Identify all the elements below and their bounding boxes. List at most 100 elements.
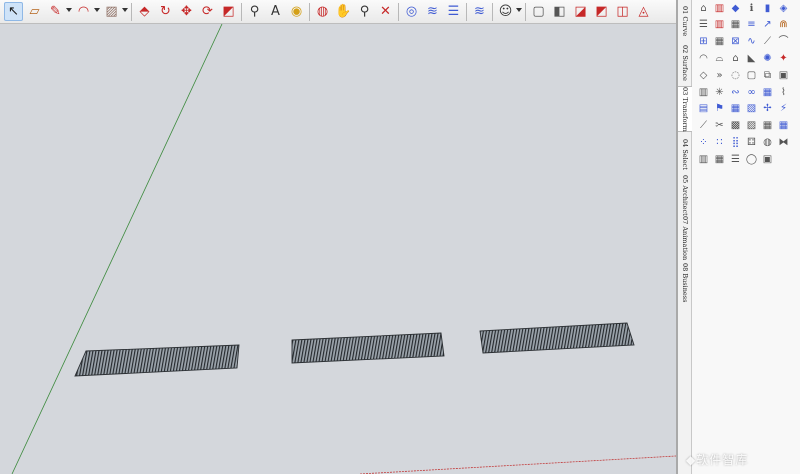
move-tool-icon[interactable]: ✥ <box>177 2 196 21</box>
bolt-icon[interactable]: ⚡ <box>777 103 790 116</box>
tab-02-surface[interactable]: 02 Surface <box>678 44 692 82</box>
dots-icon[interactable]: ⁘ <box>697 136 710 149</box>
layout-stack-icon[interactable]: ☰ <box>444 2 463 21</box>
tab-04-select[interactable]: 04 Select <box>678 136 692 172</box>
scale-tool-icon[interactable]: ◩ <box>219 2 238 21</box>
warehouse-icon[interactable]: ◎ <box>402 2 421 21</box>
seal-icon[interactable]: ✺ <box>761 52 774 65</box>
zoom-extents-tool-icon[interactable]: ✕ <box>376 2 395 21</box>
paint-bucket-tool-icon[interactable]: ◉ <box>287 2 306 21</box>
cut-icon[interactable]: ✂ <box>713 120 726 133</box>
spring-icon[interactable]: ∾ <box>729 86 742 99</box>
lemniscate-icon[interactable]: ∞ <box>745 86 758 99</box>
sphere-icon[interactable]: ◍ <box>761 136 774 149</box>
flag-icon[interactable]: ⚑ <box>713 103 726 116</box>
dice-icon[interactable]: ⚃ <box>745 136 758 149</box>
bulb-icon[interactable]: ◯ <box>745 153 758 166</box>
tab-01-curve[interactable]: 01 Curve <box>678 2 692 40</box>
tab-03-transform[interactable]: 03 Transform <box>678 86 692 132</box>
arch-icon[interactable]: ⋒ <box>777 19 790 32</box>
dropdown-arrow-icon[interactable] <box>122 8 128 12</box>
grid-warp-icon[interactable]: ▦ <box>761 86 774 99</box>
section-plane-icon[interactable]: ▢ <box>529 2 548 21</box>
array-icon[interactable]: ∷ <box>713 136 726 149</box>
intersect-icon[interactable]: ◩ <box>592 2 611 21</box>
cube-icon[interactable]: ◈ <box>777 2 790 15</box>
info-icon[interactable]: ℹ <box>745 2 758 15</box>
twist-icon[interactable]: ✢ <box>761 103 774 116</box>
tab-08-business[interactable]: 08 Business <box>678 262 692 304</box>
curtain-icon[interactable]: ▥ <box>697 86 710 99</box>
model-viewport[interactable] <box>0 24 676 474</box>
follow-me-tool-icon[interactable]: ↻ <box>156 2 175 21</box>
lens-icon[interactable]: ◇ <box>697 69 710 82</box>
tile-icon[interactable]: ▩ <box>729 120 742 133</box>
orbit-tool-icon[interactable]: ◍ <box>313 2 332 21</box>
rectangle-tool-icon[interactable]: ▨ <box>102 2 121 21</box>
dropdown-arrow-icon[interactable] <box>66 8 72 12</box>
outer-shell-icon[interactable]: ◪ <box>571 2 590 21</box>
wedge-icon[interactable]: ◣ <box>745 52 758 65</box>
pan-tool-icon[interactable]: ✋ <box>334 2 353 21</box>
stairs-icon[interactable]: ☰ <box>697 19 710 32</box>
star-wire-icon[interactable]: ✳ <box>713 86 726 99</box>
tab-07-animation[interactable]: 07 Animation <box>678 216 692 260</box>
scene-canvas[interactable] <box>0 24 676 474</box>
subtract-icon[interactable]: ◬ <box>634 2 653 21</box>
cross-hatch-icon[interactable]: ⊠ <box>729 36 742 49</box>
gable-icon[interactable]: ⌂ <box>729 52 742 65</box>
dropdown-arrow-icon[interactable] <box>94 8 100 12</box>
pencil-line-tool-icon[interactable]: ✎ <box>46 2 65 21</box>
diamond-icon[interactable]: ◆ <box>729 2 742 15</box>
bars-dim-icon[interactable]: ▥ <box>697 153 710 166</box>
bridge-icon[interactable]: ⌒ <box>777 36 790 49</box>
select-tool-icon[interactable]: ↖ <box>4 2 23 21</box>
text-tool-icon[interactable]: A <box>266 2 285 21</box>
chevrons-icon[interactable]: » <box>713 69 726 82</box>
bars-icon[interactable]: ▥ <box>713 2 726 15</box>
ramp-icon[interactable]: ⟋ <box>761 36 774 49</box>
checker-icon[interactable]: ▦ <box>777 120 790 133</box>
extensions-manager-icon[interactable]: ≋ <box>470 2 489 21</box>
stack-icon[interactable]: ≡ <box>745 19 758 32</box>
plate-icon[interactable]: ▨ <box>745 120 758 133</box>
list-icon[interactable]: ☰ <box>729 153 742 166</box>
blocks-icon[interactable]: ▤ <box>697 103 710 116</box>
columns-icon[interactable]: ▥ <box>713 19 726 32</box>
arc-tool-icon[interactable]: ◠ <box>74 2 93 21</box>
ring-icon[interactable]: ◌ <box>729 69 742 82</box>
sheet-icon[interactable]: ▧ <box>745 103 758 116</box>
extension-warehouse-icon[interactable]: ≋ <box>423 2 442 21</box>
tape-measure-tool-icon[interactable]: ⚲ <box>245 2 264 21</box>
arrow-icon[interactable]: ↗ <box>761 19 774 32</box>
box-icon[interactable]: ▣ <box>777 69 790 82</box>
link-icon[interactable]: ⧓ <box>777 136 790 149</box>
solid-tool-icon[interactable]: ◧ <box>550 2 569 21</box>
account-icon[interactable]: ☺ <box>496 2 515 21</box>
gift-icon[interactable]: ✦ <box>777 52 790 65</box>
dropdown-arrow-icon[interactable] <box>516 8 522 12</box>
dome-icon[interactable]: ◠ <box>697 52 710 65</box>
camera-icon[interactable]: ▣ <box>761 153 774 166</box>
fold-icon[interactable]: ⟋ <box>697 120 710 133</box>
tilde-icon[interactable]: ∿ <box>745 36 758 49</box>
rail-icon[interactable]: ⊞ <box>697 36 710 49</box>
house-outline-icon[interactable]: ⌂ <box>697 2 710 15</box>
zoom-tool-icon[interactable]: ⚲ <box>355 2 374 21</box>
union-icon[interactable]: ◫ <box>613 2 632 21</box>
phone-icon[interactable]: ▮ <box>761 2 774 15</box>
square-icon[interactable]: ▢ <box>745 69 758 82</box>
frame-icon[interactable]: ⧉ <box>761 69 774 82</box>
ribbon-icon[interactable]: ⌇ <box>777 86 790 99</box>
panel-icon[interactable]: ▦ <box>729 103 742 116</box>
push-pull-tool-icon[interactable]: ⬘ <box>135 2 154 21</box>
rotate-tool-icon[interactable]: ⟳ <box>198 2 217 21</box>
grid-icon[interactable]: ▦ <box>713 36 726 49</box>
roof-curve-icon[interactable]: ⌓ <box>713 52 726 65</box>
eraser-tool-icon[interactable]: ▱ <box>25 2 44 21</box>
tab-05-architect[interactable]: 05 Architect <box>678 175 692 216</box>
pixels-icon[interactable]: ⣿ <box>729 136 742 149</box>
mesh-icon[interactable]: ▦ <box>761 120 774 133</box>
lattice-icon[interactable]: ▦ <box>729 19 742 32</box>
fence-icon[interactable]: ▦ <box>713 153 726 166</box>
